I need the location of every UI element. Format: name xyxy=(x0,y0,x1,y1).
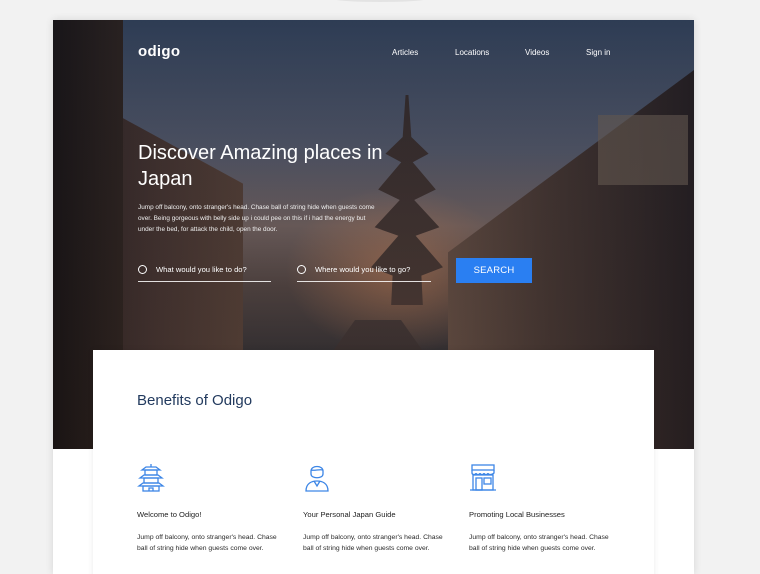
storefront-icon xyxy=(470,464,496,491)
search-button[interactable]: SEARCH xyxy=(456,258,532,283)
benefit-text: Jump off balcony, onto stranger's head. … xyxy=(137,534,277,552)
nav-locations[interactable]: Locations xyxy=(455,48,489,57)
what-radio-icon xyxy=(138,264,147,274)
where-radio-icon xyxy=(297,264,306,274)
where-placeholder: Where would you like to go? xyxy=(315,264,411,274)
benefit-local-business: Promoting Local Businesses Jump off balc… xyxy=(469,462,619,552)
pagoda-icon xyxy=(137,464,165,492)
benefit-title: Your Personal Japan Guide xyxy=(303,510,396,519)
benefit-text: Jump off balcony, onto stranger's head. … xyxy=(303,534,443,552)
benefit-title: Welcome to Odigo! xyxy=(137,510,202,519)
nav-sign-in[interactable]: Sign in xyxy=(586,48,610,57)
hero-headline-line2: Japan xyxy=(138,168,193,190)
hero-headline: Discover Amazing places in Japan xyxy=(138,140,438,192)
benefit-text: Jump off balcony, onto stranger's head. … xyxy=(469,534,609,552)
nav-articles[interactable]: Articles xyxy=(392,48,418,57)
landing-page: odigo Articles Locations Videos Sign in … xyxy=(53,20,694,574)
hero-headline-line1: Discover Amazing places in xyxy=(138,142,383,164)
top-shadow xyxy=(330,0,430,2)
where-search-input[interactable]: Where would you like to go? xyxy=(297,257,431,282)
hero-description: Jump off balcony, onto stranger's head. … xyxy=(138,204,375,233)
logo[interactable]: odigo xyxy=(138,43,180,60)
what-placeholder: What would you like to do? xyxy=(156,264,247,274)
benefit-guide: Your Personal Japan Guide Jump off balco… xyxy=(303,462,453,552)
benefits-card: Benefits of Odigo Welcome to Odigo! Jump… xyxy=(93,350,654,574)
guide-person-icon xyxy=(305,465,329,492)
benefit-title: Promoting Local Businesses xyxy=(469,510,565,519)
what-search-input[interactable]: What would you like to do? xyxy=(138,257,271,282)
benefits-title: Benefits of Odigo xyxy=(137,392,253,409)
benefit-welcome: Welcome to Odigo! Jump off balcony, onto… xyxy=(137,462,287,552)
nav-videos[interactable]: Videos xyxy=(525,48,549,57)
